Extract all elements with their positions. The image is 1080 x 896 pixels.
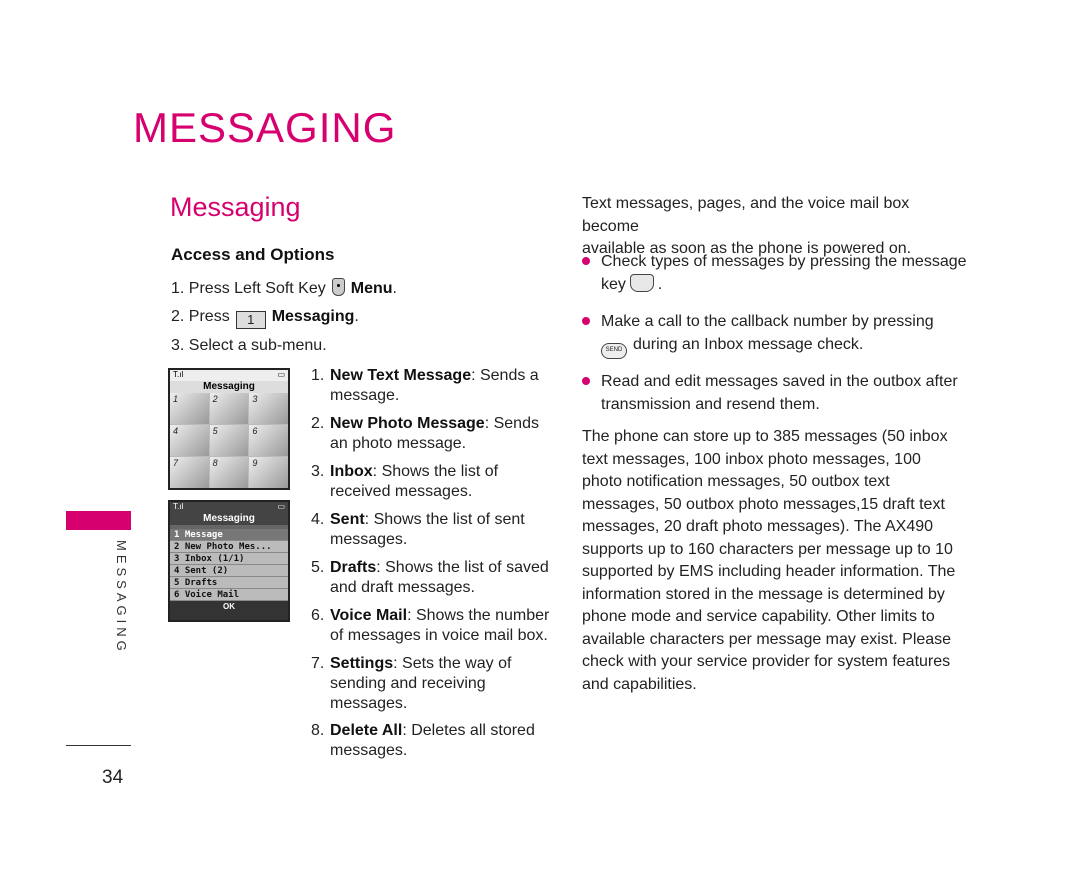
battery-icon: ▭ <box>277 502 285 511</box>
message-key-icon <box>629 274 654 292</box>
submenu-item: 8. Delete All: Deletes all stored messages… <box>311 722 535 759</box>
bullet-dot <box>582 377 590 385</box>
bullet-dot <box>582 317 590 325</box>
step-3: 3. Select a sub-menu. <box>171 337 327 354</box>
phone-screen-messaging-icons: T.ıl ▭ Messaging 123 456 789 <box>168 368 290 490</box>
bullet-item: Make a call to the callback number by pr… <box>582 310 934 359</box>
bullet-item: Read and edit messages saved in the outb… <box>582 370 958 416</box>
send-key-icon: SEND <box>601 343 627 359</box>
divider <box>66 745 131 746</box>
submenu-item: 7. Settings: Sets the way of sending and r… <box>311 655 512 712</box>
side-tab-marker <box>66 511 131 530</box>
subheading: Access and Options <box>171 245 335 264</box>
page-number: 34 <box>102 767 124 788</box>
chapter-title: MESSAGING <box>133 104 397 151</box>
left-soft-key-icon <box>331 278 345 296</box>
submenu-item: 5. Drafts: Shows the list of saved and dra… <box>311 559 549 596</box>
key-1-icon: 1 <box>235 311 266 329</box>
submenu-item: 4. Sent: Shows the list of sent messages. <box>311 511 525 548</box>
submenu-item: 2. New Photo Message: Sends an photo messa… <box>311 415 539 452</box>
submenu-item: 1. New Text Message: Sends a message. <box>311 367 539 404</box>
section-title: Messaging <box>170 192 301 222</box>
phone-screen-messaging-list: T.ıl ▭ Messaging 1 Message 2 New Photo Me… <box>168 500 290 622</box>
side-tab-label: MESSAGING <box>114 540 129 655</box>
step-2: 2. Press 1 Messaging. <box>171 308 359 329</box>
step-1: 1. Press Left Soft Key Menu. <box>171 278 397 297</box>
submenu-item: 3. Inbox: Shows the list of received messa… <box>311 463 499 500</box>
battery-icon: ▭ <box>277 370 285 379</box>
submenu-item: 6. Voice Mail: Shows the number of message… <box>311 607 550 644</box>
bullet-dot <box>582 257 590 265</box>
bullet-item: Check types of messages by pressing the … <box>582 250 967 296</box>
storage-paragraph: The phone can store up to 385 messages (… <box>582 428 956 693</box>
